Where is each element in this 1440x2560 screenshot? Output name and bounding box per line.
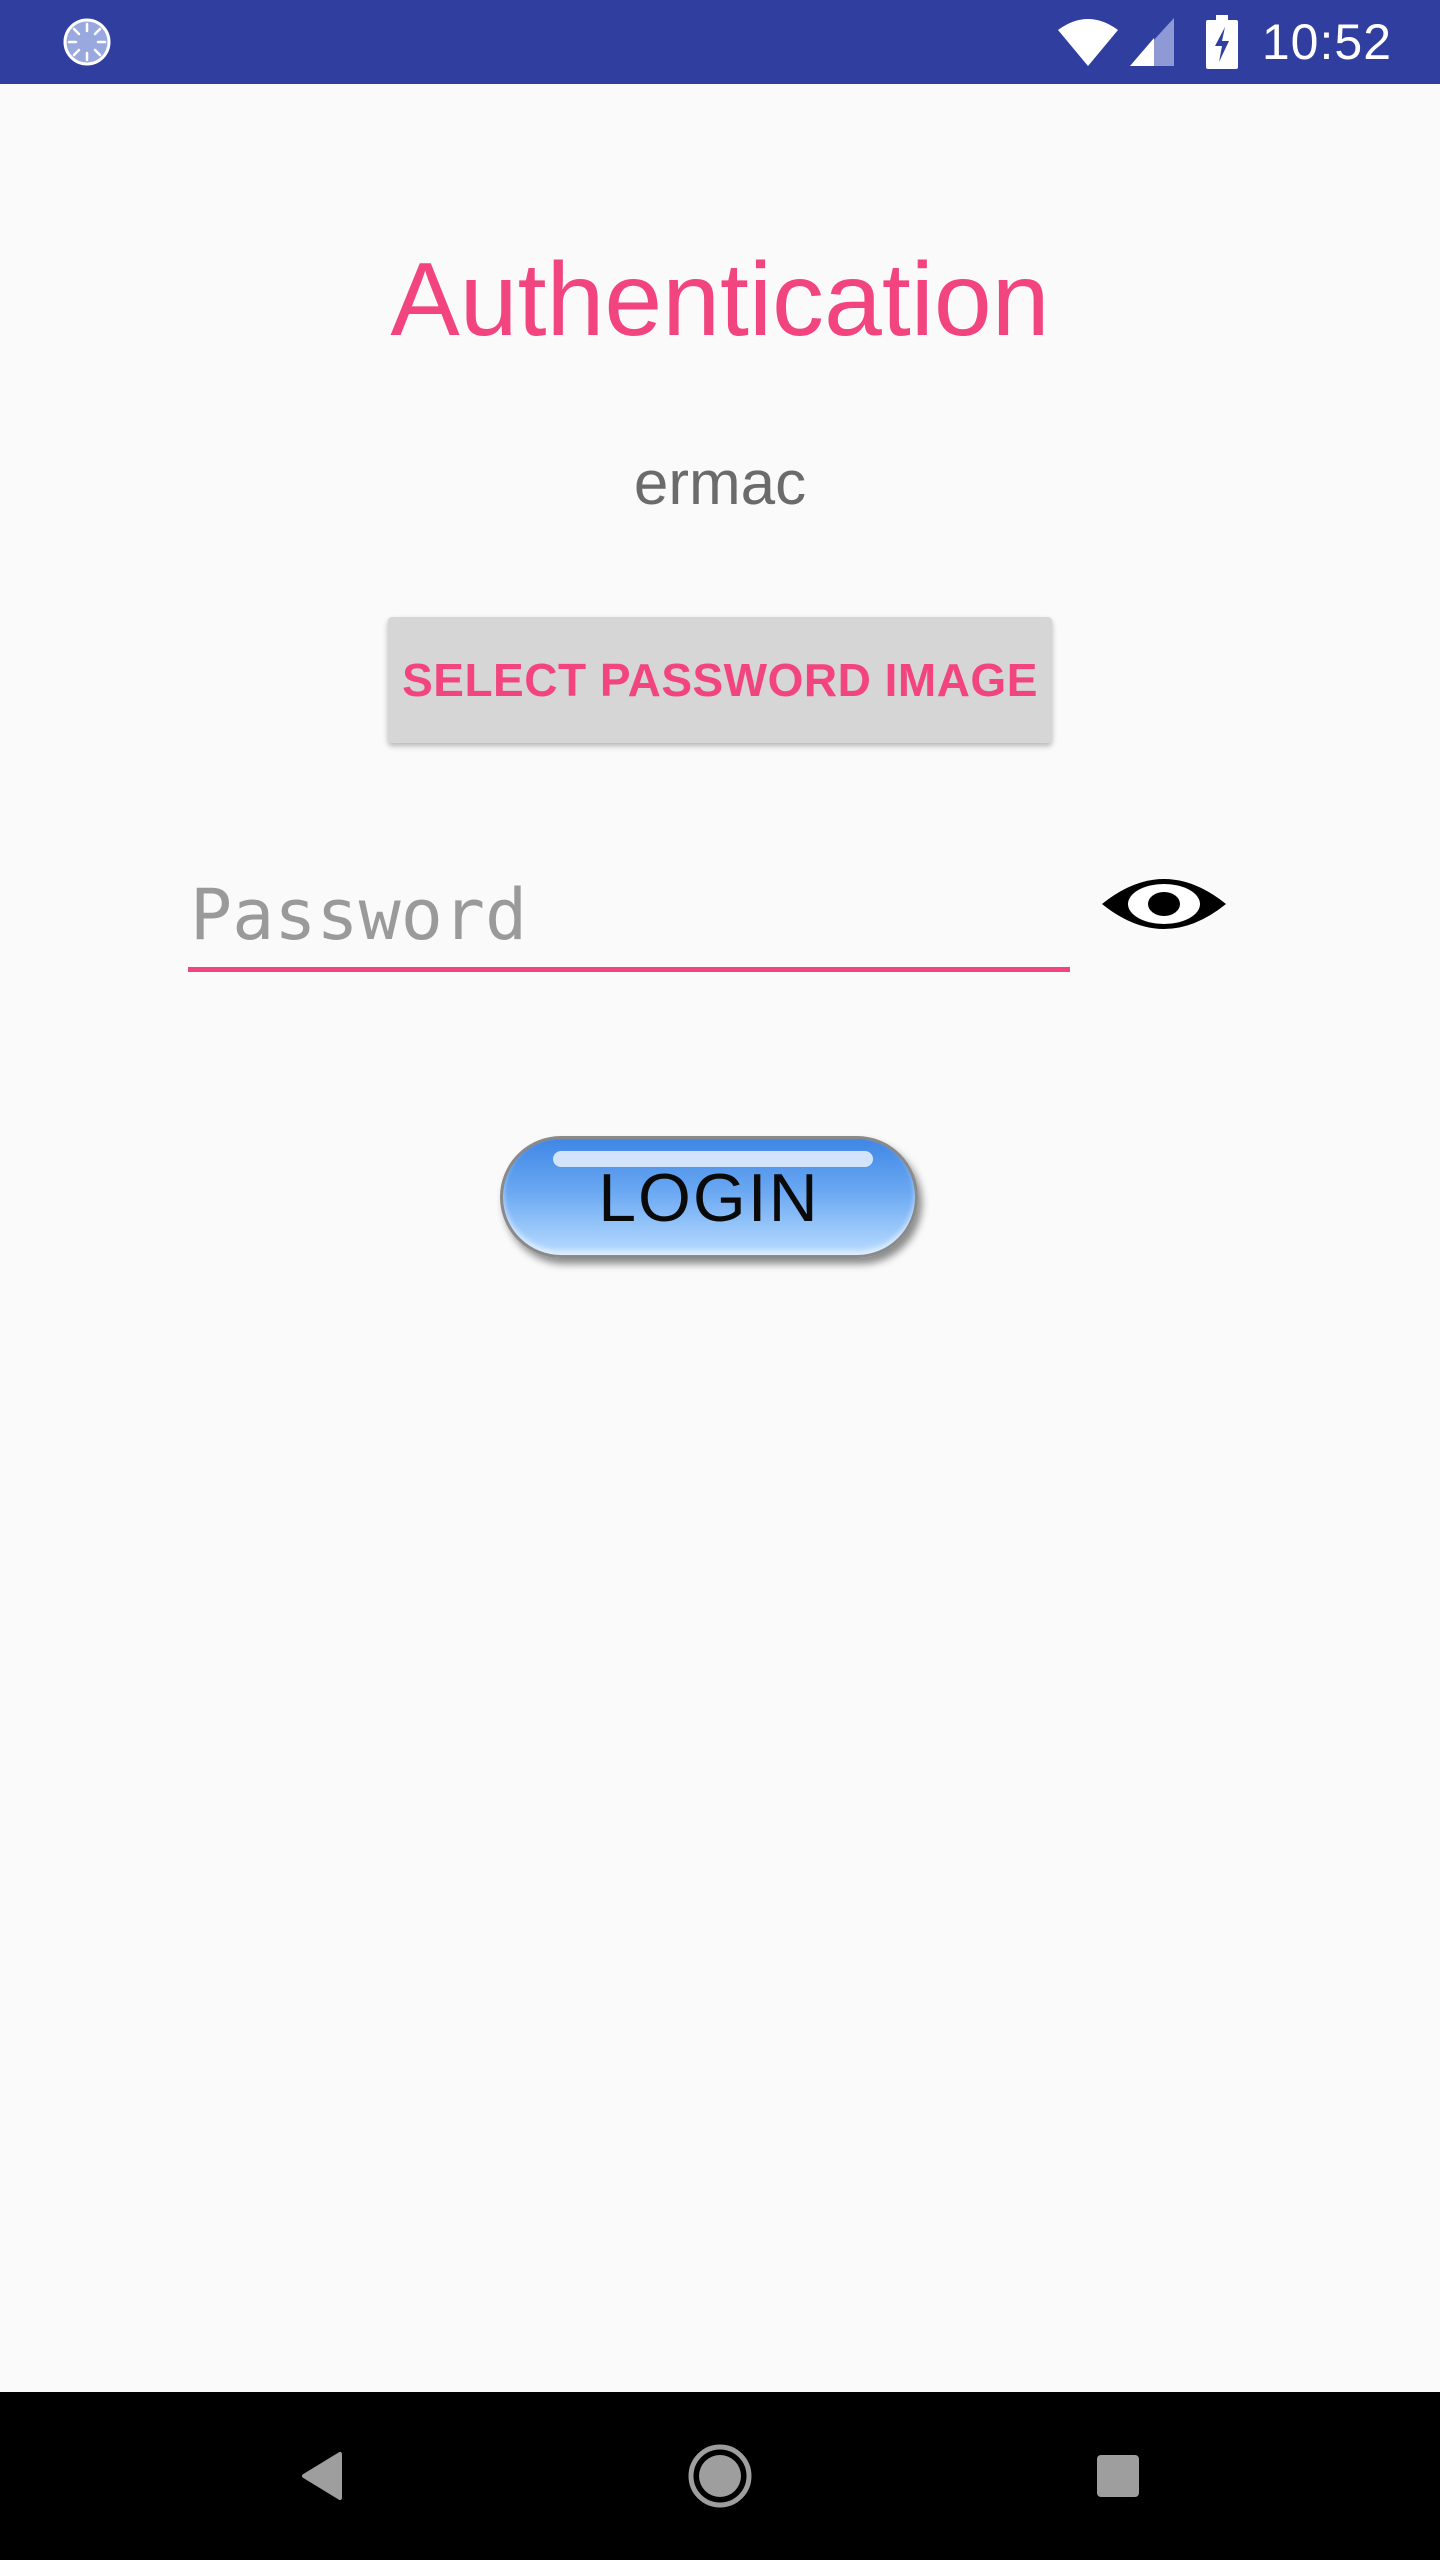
login-button[interactable]: LOGIN [500,1136,918,1258]
login-button-label: LOGIN [598,1160,820,1236]
wifi-icon [1057,19,1118,66]
loading-spinner-icon [63,18,111,66]
recents-button[interactable] [1038,2392,1198,2560]
home-icon [688,2444,752,2508]
password-field[interactable] [188,862,1070,972]
status-icons: 10:52 [1056,0,1392,84]
status-time: 10:52 [1261,14,1392,70]
battery-charging-icon [1205,15,1238,69]
page-title: Authentication [390,242,1050,358]
back-button[interactable] [242,2392,402,2560]
eye-icon[interactable] [1100,868,1228,940]
signal-icon [1129,18,1174,66]
home-button[interactable] [640,2392,800,2560]
navigation-bar [0,2392,1440,2560]
back-icon [302,2452,342,2500]
username-label: ermac [633,449,807,518]
recents-icon [1097,2455,1139,2497]
select-password-image-button[interactable]: SELECT PASSWORD IMAGE [388,617,1052,743]
status-bar: 10:52 [0,0,1440,84]
